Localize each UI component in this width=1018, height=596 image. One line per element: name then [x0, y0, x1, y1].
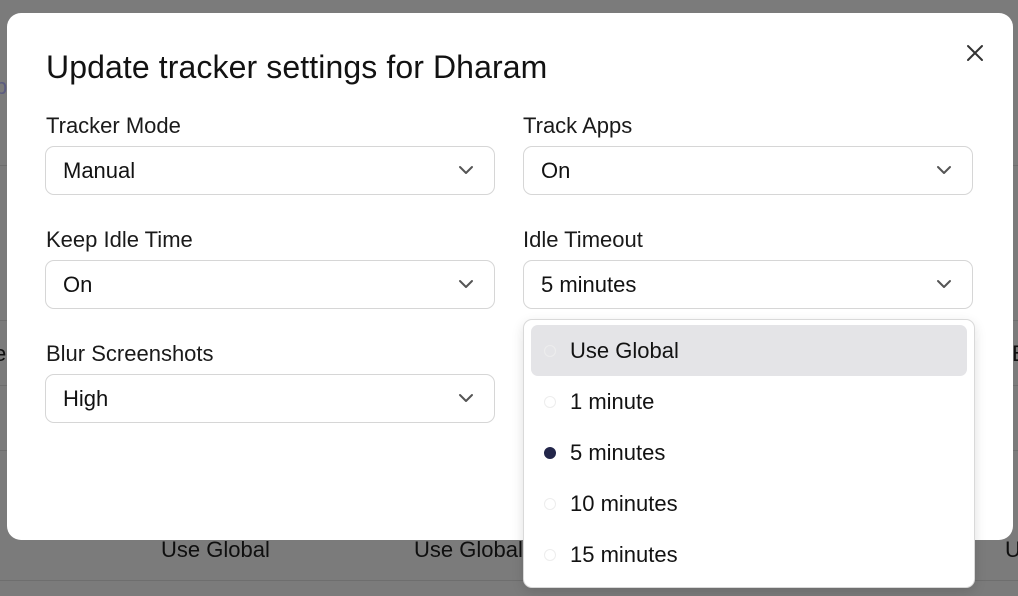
idle-timeout-value: 5 minutes [541, 271, 637, 297]
idle-timeout-select[interactable]: 5 minutes [523, 260, 973, 309]
option-use-global[interactable]: Use Global [531, 325, 967, 376]
option-1-minute[interactable]: 1 minute [531, 376, 967, 427]
chevron-down-icon [459, 394, 473, 402]
blur-screenshots-value: High [63, 385, 109, 411]
chevron-down-icon [459, 166, 473, 174]
bg-text-fragment: e [0, 341, 7, 366]
tracker-mode-label: Tracker Mode [46, 113, 181, 138]
keep-idle-time-select[interactable]: On [45, 260, 495, 309]
blur-screenshots-label: Blur Screenshots [46, 341, 214, 366]
blur-screenshots-select[interactable]: High [45, 374, 495, 423]
radio-dot-icon [544, 498, 556, 510]
radio-dot-selected-icon [544, 447, 556, 459]
option-label: 1 minute [570, 389, 655, 414]
option-label: 10 minutes [570, 491, 678, 516]
bg-cell: Use Global [414, 537, 523, 562]
option-label: 5 minutes [570, 440, 666, 465]
modal-title: Update tracker settings for Dharam [46, 49, 548, 85]
keep-idle-time-value: On [63, 271, 93, 297]
chevron-down-icon [937, 280, 951, 288]
bg-text-fragment: U [1005, 537, 1018, 562]
track-apps-select[interactable]: On [523, 146, 973, 195]
tracker-mode-select[interactable]: Manual [45, 146, 495, 195]
keep-idle-time-label: Keep Idle Time [46, 227, 193, 252]
option-10-minutes[interactable]: 10 minutes [531, 478, 967, 529]
close-icon [967, 45, 983, 61]
option-15-minutes[interactable]: 15 minutes [531, 529, 967, 580]
close-button[interactable] [962, 40, 988, 66]
tracker-mode-value: Manual [63, 157, 136, 183]
bg-cell: Use Global [161, 537, 270, 562]
track-apps-value: On [541, 157, 571, 183]
idle-timeout-label: Idle Timeout [523, 227, 643, 252]
option-5-minutes[interactable]: 5 minutes [531, 427, 967, 478]
radio-dot-icon [544, 549, 556, 561]
chevron-down-icon [937, 166, 951, 174]
radio-dot-icon [544, 396, 556, 408]
track-apps-label: Track Apps [523, 113, 633, 138]
radio-dot-icon [544, 345, 556, 357]
option-label: 15 minutes [570, 542, 678, 567]
idle-timeout-dropdown: Use Global 1 minute 5 minutes 10 minutes… [523, 319, 975, 588]
chevron-down-icon [459, 280, 473, 288]
option-label: Use Global [570, 338, 679, 363]
